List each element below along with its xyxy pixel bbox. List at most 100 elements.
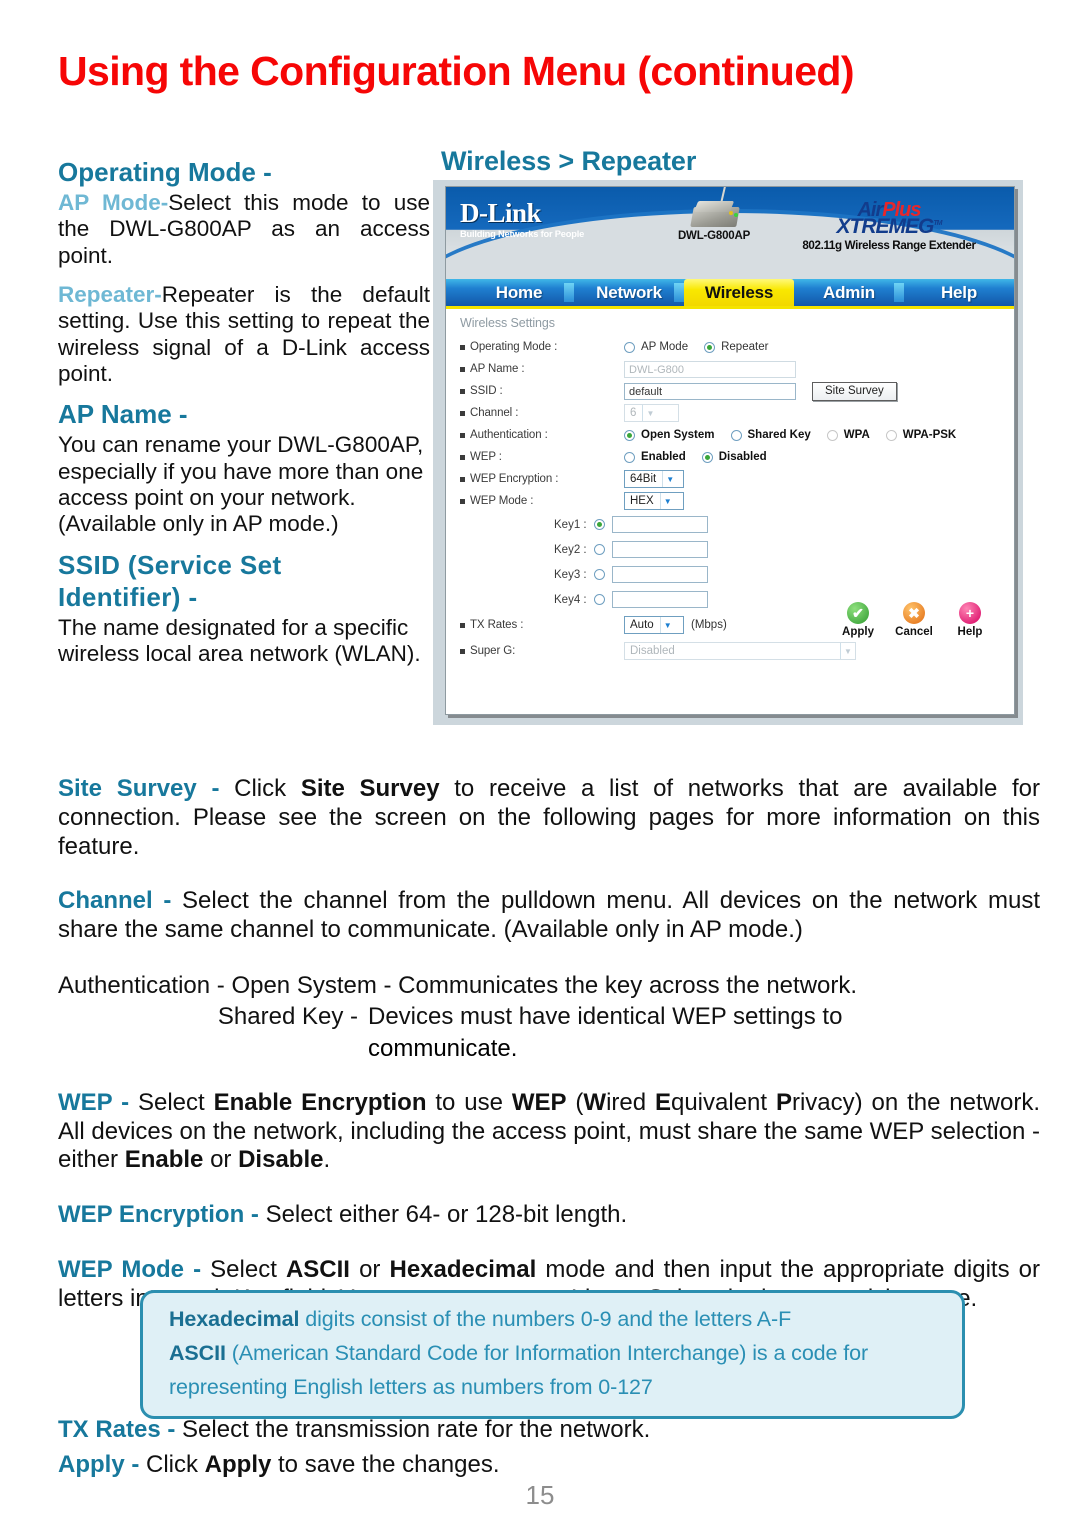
tab-wireless[interactable]: Wireless (684, 279, 794, 306)
chevron-down-icon: ▼ (642, 405, 658, 421)
label-repeater: Repeater- (58, 282, 162, 308)
label-ap-name-text: AP Name : (470, 363, 525, 375)
bullet-square-icon (460, 432, 465, 438)
input-key4[interactable] (612, 591, 708, 608)
access-point-icon (686, 187, 742, 229)
label-tx-rates: TX Rates : (460, 619, 586, 631)
radio-label-ap-mode: AP Mode (641, 341, 689, 353)
config-screenshot: D-Link Building Networks for People DWL-… (433, 180, 1023, 725)
label-key3: Key3 : (554, 568, 587, 581)
label-channel: Channel : (460, 407, 586, 419)
wep-mode-b1: ASCII (285, 1255, 350, 1283)
radio-key1[interactable] (594, 519, 605, 530)
wep-t2: to use (426, 1088, 512, 1116)
site-survey-button[interactable]: Site Survey (812, 381, 897, 401)
input-key1[interactable] (612, 516, 708, 533)
input-key3[interactable] (612, 566, 708, 583)
bullet-square-icon (460, 366, 465, 372)
xtremeg-line: XTREMEGTM (784, 215, 994, 238)
tab-home[interactable]: Home (464, 279, 574, 306)
help-label: Help (957, 626, 983, 638)
label-ssid-text: SSID : (470, 385, 503, 397)
input-ap-name[interactable]: DWL-G800 (624, 360, 796, 378)
row-super-g: Super G: Disabled ▼ (460, 638, 1014, 664)
lower-body: Site Survey - Click Site Survey to recei… (58, 775, 1040, 1340)
select-wep-encryption-value: 64Bit (630, 473, 657, 485)
radio-wep-disabled[interactable] (701, 451, 713, 463)
radio-shared-key[interactable] (730, 429, 742, 441)
row-key2: Key2 : (460, 537, 1014, 562)
site-survey-b1: Site Survey (300, 775, 440, 802)
wep-b3: W (583, 1088, 607, 1116)
callout-hexadecimal-label: Hexadecimal (169, 1307, 300, 1331)
tab-admin[interactable]: Admin (794, 279, 904, 306)
screenshot-caption: Wireless > Repeater (441, 146, 697, 176)
radio-key4[interactable] (594, 594, 605, 605)
select-super-g[interactable]: Disabled ▼ (624, 642, 856, 660)
tab-help[interactable]: Help (904, 279, 1014, 306)
chevron-down-icon: ▼ (662, 471, 678, 487)
head-wep-mode: WEP Mode - (58, 1255, 211, 1283)
wep-t8: . (323, 1146, 331, 1174)
radio-label-wpa-psk: WPA-PSK (902, 429, 957, 441)
paragraph-authentication: Authentication - Open System - Communica… (58, 971, 1040, 1063)
label-wep-encryption-text: WEP Encryption : (470, 473, 559, 485)
callout-ascii-label: ASCII (169, 1340, 226, 1365)
label-wep-text: WEP : (470, 451, 502, 463)
auth-shared-key-dash: - (343, 1003, 358, 1031)
dlink-wordmark: D-Link (460, 198, 542, 228)
bullet-square-icon (460, 454, 465, 460)
bullet-square-icon (460, 648, 465, 654)
left-column: Operating Mode - AP Mode-Select this mod… (58, 157, 430, 681)
heading-ssid-line2: Identifier) - (58, 581, 198, 612)
paragraph-channel: Channel - Select the channel from the pu… (58, 887, 1040, 945)
device-model-label: DWL-G800AP (677, 230, 751, 242)
label-super-g-text: Super G: (470, 645, 516, 657)
radio-open-system[interactable] (624, 429, 635, 441)
select-channel[interactable]: 6 ▼ (624, 404, 679, 422)
apply-button[interactable]: ✔ Apply (836, 602, 880, 638)
row-key3: Key3 : (460, 562, 1014, 587)
heading-ssid-line1: SSID (Service Set (58, 549, 282, 580)
wep-b6: Enable (124, 1146, 204, 1174)
callout-box: Hexadecimal digits consist of the number… (140, 1290, 965, 1419)
cancel-button[interactable]: ✖ Cancel (892, 602, 936, 638)
input-ssid[interactable]: default (624, 382, 796, 400)
label-wep-encryption: WEP Encryption : (460, 473, 586, 485)
label-ap-mode: AP Mode- (58, 190, 169, 216)
paragraph-tx-rates: TX Rates - Select the transmission rate … (58, 1416, 958, 1445)
wep-t1: Select (137, 1088, 214, 1116)
tab-network[interactable]: Network (574, 279, 684, 306)
callout-line-2: ASCII (American Standard Code for Inform… (169, 1340, 936, 1367)
wep-mode-t1: Select (210, 1255, 286, 1283)
chevron-down-icon: ▼ (840, 643, 855, 659)
row-wep: WEP : Enabled Disabled (460, 446, 1014, 468)
select-tx-rates[interactable]: Auto ▼ (624, 616, 684, 634)
callout-hexadecimal-text: digits consist of the numbers 0-9 and th… (299, 1307, 792, 1331)
help-button[interactable]: + Help (948, 602, 992, 638)
radio-key2[interactable] (594, 544, 605, 555)
wep-t7: or (203, 1146, 239, 1174)
paragraph-site-survey: Site Survey - Click Site Survey to recei… (58, 775, 1040, 861)
g-text: G (918, 215, 934, 238)
radio-wpa-psk[interactable] (885, 429, 897, 441)
paragraph-ssid: The name designated for a specific wirel… (58, 614, 421, 667)
auth-open-system: Open System (231, 971, 377, 999)
label-key4: Key4 : (554, 593, 587, 606)
form-actions: ✔ Apply ✖ Cancel + Help (836, 602, 992, 638)
row-wep-encryption: WEP Encryption : 64Bit ▼ (460, 468, 1014, 490)
radio-repeater[interactable] (704, 341, 716, 353)
apply-b1: Apply (204, 1450, 272, 1478)
select-wep-mode[interactable]: HEX ▼ (624, 492, 684, 510)
label-tx-rates-text: TX Rates : (470, 619, 524, 631)
radio-key3[interactable] (594, 569, 605, 580)
page-number: 15 (525, 1480, 555, 1510)
wep-b4: E (654, 1088, 671, 1116)
input-key2[interactable] (612, 541, 708, 558)
auth-line-1: Authentication - Open System - Communica… (58, 971, 1040, 1000)
select-wep-encryption[interactable]: 64Bit ▼ (624, 470, 684, 488)
radio-ap-mode[interactable] (624, 341, 635, 353)
row-authentication: Authentication : Open System Shared Key … (460, 424, 1014, 446)
radio-wep-enabled[interactable] (624, 451, 635, 463)
radio-wpa[interactable] (826, 429, 838, 441)
